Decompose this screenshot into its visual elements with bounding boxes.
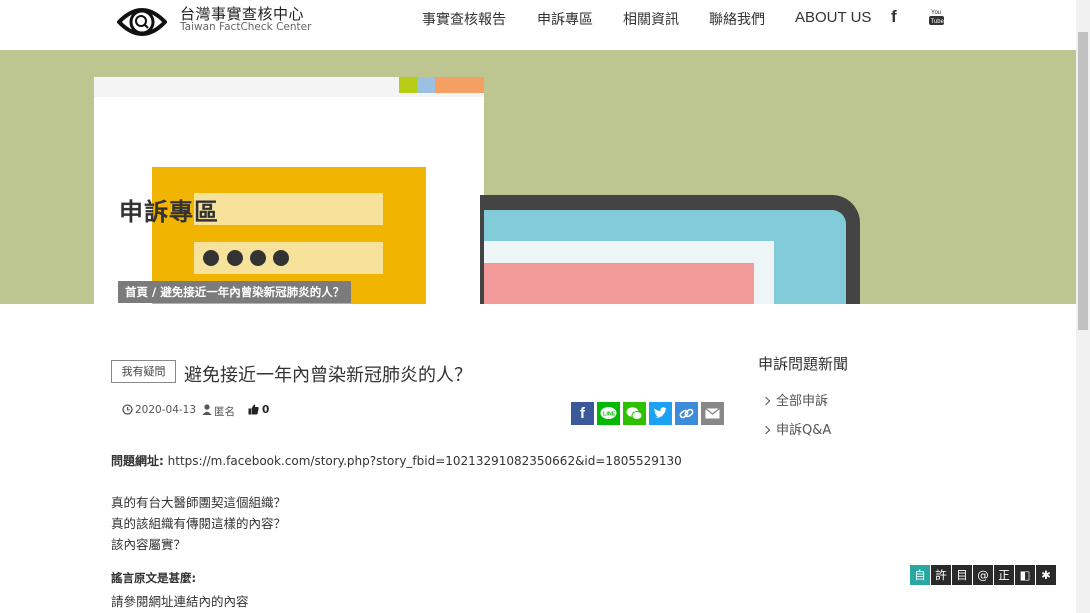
question-line: 該內容屬實？ — [111, 537, 187, 552]
youtube-icon[interactable]: You Tube — [929, 8, 944, 26]
question-url[interactable]: https://m.facebook.com/story.php?story_f… — [168, 454, 682, 468]
gear-icon[interactable]: ✱ — [1036, 565, 1056, 585]
chevron-right-icon — [761, 425, 771, 435]
question-url-line: 問題網址: https://m.facebook.com/story.php?s… — [111, 452, 682, 469]
sidebar-item-all-complaints[interactable]: 全部申訴 — [761, 390, 829, 409]
facebook-icon[interactable]: f — [891, 7, 897, 27]
a11y-button-permission[interactable]: 許 — [931, 565, 951, 585]
user-icon — [202, 404, 212, 415]
sidebar-title: 申訴問題新聞 — [758, 355, 849, 373]
a11y-button-menu[interactable]: 目 — [952, 565, 972, 585]
question-url-label: 問題網址: — [111, 454, 164, 468]
question-line: 真的該組織有傳閱這樣的內容？ — [111, 516, 287, 531]
contrast-icon[interactable]: ◧ — [1015, 565, 1035, 585]
a11y-button-at[interactable]: @ — [973, 565, 993, 585]
post-date: 2020-04-13 — [135, 404, 197, 416]
scrollbar-thumb[interactable] — [1078, 32, 1088, 330]
rumor-text: 請參閱網址連結內的內容 — [111, 594, 249, 609]
share-twitter-icon[interactable] — [649, 402, 672, 425]
site-header: 台灣事實查核中心 Taiwan FactCheck Center 事實查核報告 … — [0, 0, 1076, 50]
share-facebook-icon[interactable]: f — [571, 402, 594, 425]
logo-icon[interactable] — [117, 2, 167, 42]
a11y-button-auto[interactable]: 自 — [910, 565, 930, 585]
question-line: 真的有台大醫師團契這個組織？ — [111, 495, 287, 510]
share-email-icon[interactable] — [701, 402, 724, 425]
category-tag[interactable]: 我有疑問 — [111, 360, 176, 383]
sidebar-item-complaint-qa[interactable]: 申訴Q&A — [761, 419, 832, 438]
site-name-en[interactable]: Taiwan FactCheck Center — [180, 21, 311, 33]
hero-banner: 申訴專區 首頁 / 避免接近一年內曾染新冠肺炎的人？ — [0, 50, 1076, 304]
share-link-icon[interactable] — [675, 402, 698, 425]
svg-text:You: You — [931, 10, 941, 16]
nav-related-info[interactable]: 相關資訊 — [623, 9, 679, 29]
nav-about-us[interactable]: ABOUT US — [795, 9, 871, 26]
clock-icon — [122, 404, 133, 415]
share-line-icon[interactable]: LINE — [597, 402, 620, 425]
share-wechat-icon[interactable] — [623, 402, 646, 425]
svg-text:Tube: Tube — [931, 19, 945, 25]
a11y-button-correct[interactable]: 正 — [994, 565, 1014, 585]
page-title: 申訴專區 — [119, 198, 219, 226]
like-count: 0 — [262, 404, 270, 416]
thumbs-up-icon[interactable] — [248, 404, 259, 415]
nav-contact-us[interactable]: 聯絡我們 — [709, 9, 765, 29]
svg-text:LINE: LINE — [603, 412, 616, 418]
post-author: 匿名 — [214, 406, 235, 418]
nav-complaints[interactable]: 申訴專區 — [537, 9, 593, 29]
chevron-right-icon — [761, 396, 771, 406]
rumor-label: 謠言原文是甚麼: — [111, 571, 197, 585]
nav-factcheck-reports[interactable]: 事實查核報告 — [422, 9, 506, 29]
breadcrumb[interactable]: 首頁 / 避免接近一年內曾染新冠肺炎的人？ — [118, 281, 352, 303]
sidebar-item-label: 申訴Q&A — [776, 423, 832, 438]
sidebar-item-label: 全部申訴 — [776, 394, 829, 409]
post-title: 避免接近一年內曾染新冠肺炎的人？ — [184, 365, 472, 386]
